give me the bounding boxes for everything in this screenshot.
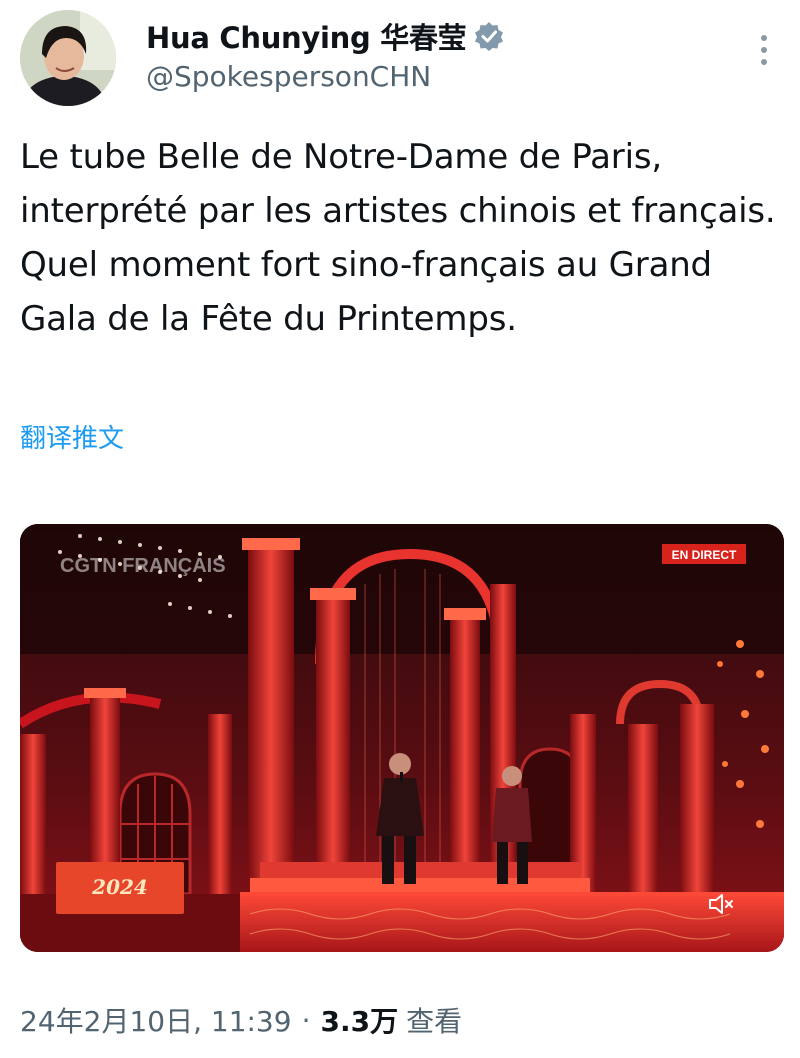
avatar[interactable] xyxy=(20,10,116,106)
user-handle[interactable]: @SpokespersonCHN xyxy=(146,60,431,93)
video-player[interactable]: CGTN FRANÇAIS EN DIRECT 2024 xyxy=(20,524,784,952)
video-frame: CGTN FRANÇAIS EN DIRECT 2024 xyxy=(20,524,784,952)
meta-separator: · xyxy=(301,1003,311,1037)
avatar-image xyxy=(20,10,116,106)
views-count: 3.3万 xyxy=(320,1005,399,1038)
name-row: Hua Chunying 华春莹 xyxy=(146,14,504,58)
views-label: 查看 xyxy=(406,1005,463,1038)
timestamp[interactable]: 24年2月10日, 11:39 xyxy=(20,1000,292,1040)
gala-logo-text: 2024 xyxy=(91,875,148,899)
tweet-text: Le tube Belle de Notre-Dame de Paris, in… xyxy=(20,137,776,339)
channel-watermark: CGTN FRANÇAIS xyxy=(60,555,226,577)
tweet-header: Hua Chunying 华春莹 @SpokespersonCHN xyxy=(0,0,800,120)
more-vertical-icon[interactable] xyxy=(752,30,776,70)
translate-tweet-link[interactable]: 翻译推文 xyxy=(20,418,124,455)
verified-badge-icon xyxy=(475,22,504,51)
display-name[interactable]: Hua Chunying 华春莹 xyxy=(146,15,467,57)
tweet-meta: 24年2月10日, 11:39 · 3.3万 查看 xyxy=(20,1000,462,1040)
live-badge: EN DIRECT xyxy=(672,548,737,562)
